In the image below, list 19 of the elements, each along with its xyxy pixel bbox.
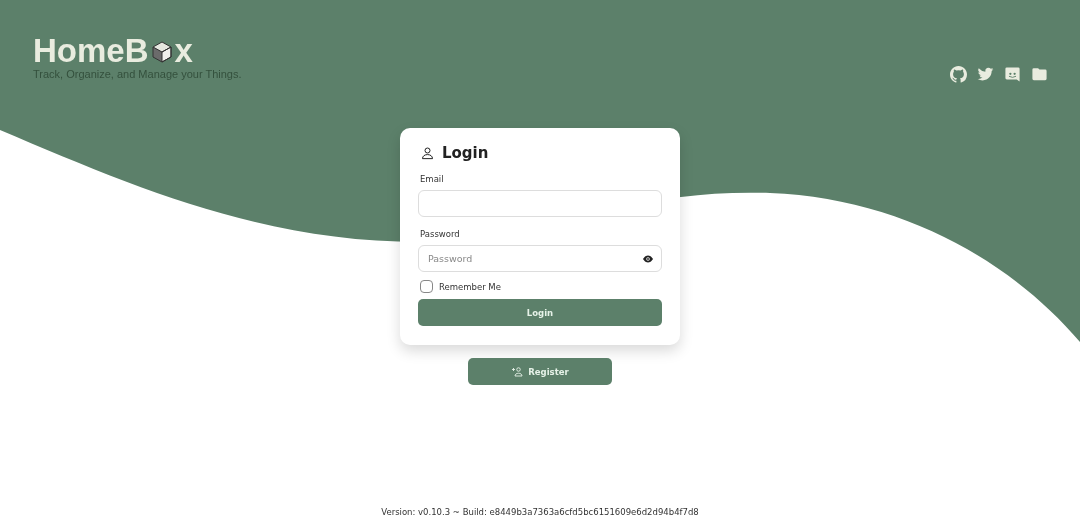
user-icon [420,145,435,161]
field-label: Email [420,174,445,184]
password-field[interactable]: Password [418,245,662,272]
eye-icon[interactable] [642,253,654,265]
version-text: Version: v0.10.3 ~ Build: e8449b3a7363a6cfd5bc6151609e6d2d94b4f7d8 [380,507,700,517]
logo-text: x [174,34,193,68]
chat-icon[interactable] [1004,66,1021,83]
github-icon[interactable] [950,66,967,83]
box-logo-icon [149,39,174,65]
remember-checkbox[interactable] [420,280,433,293]
checkbox-label: Remember Me [439,281,501,292]
email-field[interactable] [418,190,662,217]
card-title: Login [442,144,489,162]
login-button[interactable]: Login [418,299,662,326]
add-user-icon [511,365,524,378]
twitter-icon[interactable] [977,66,994,83]
register-button[interactable]: Register [468,358,612,385]
field-label: Password [420,229,461,239]
logo-text: HomeB [33,34,149,68]
